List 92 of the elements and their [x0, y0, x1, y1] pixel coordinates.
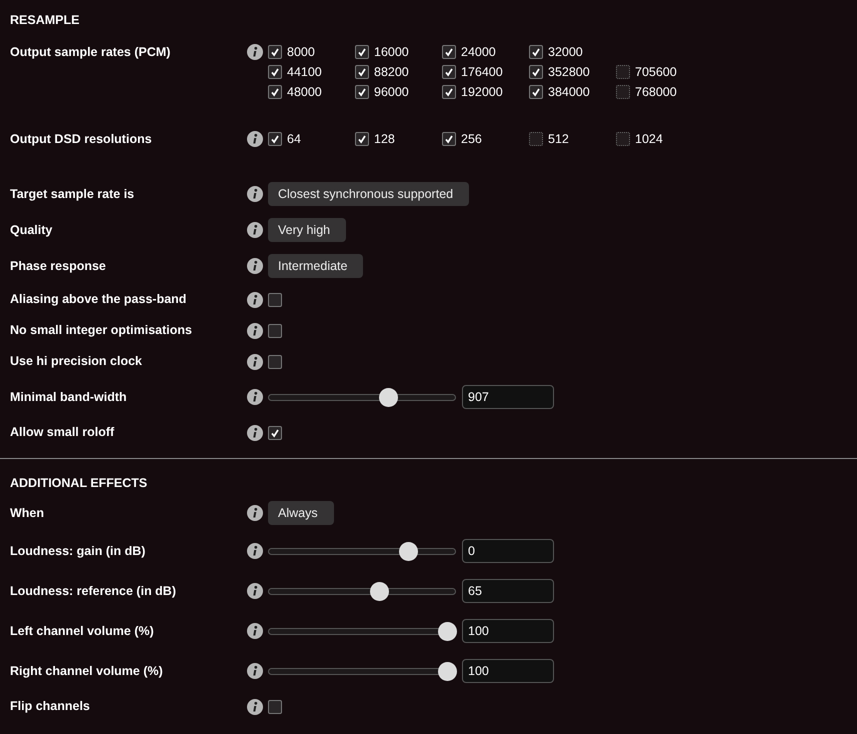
option-label: 705600	[635, 64, 677, 81]
field-label: Use hi precision clock	[9, 353, 143, 370]
option-label: 24000	[461, 44, 496, 61]
option-label: 384000	[548, 84, 590, 101]
option-label: 128	[374, 130, 395, 148]
slider-track[interactable]	[268, 388, 456, 406]
info-icon[interactable]	[247, 543, 263, 559]
checkbox[interactable]	[442, 45, 456, 59]
value-field[interactable]: 100	[462, 659, 554, 683]
field-label: Loudness: reference (in dB)	[9, 582, 177, 600]
slider-thumb[interactable]	[438, 662, 457, 680]
info-icon[interactable]	[247, 186, 263, 202]
slider-track[interactable]	[268, 582, 456, 600]
info-icon[interactable]	[247, 698, 263, 714]
option-label: 192000	[461, 84, 503, 101]
slider-track[interactable]	[268, 662, 456, 680]
slider-thumb[interactable]	[438, 622, 457, 640]
slider-track[interactable]	[268, 542, 456, 560]
slider-track[interactable]	[268, 622, 456, 640]
field-label: Aliasing above the pass-band	[9, 291, 188, 308]
checkbox[interactable]	[442, 65, 456, 79]
field-label: Left channel volume (%)	[9, 622, 155, 640]
field-label: Loudness: gain (in dB)	[9, 542, 146, 560]
info-icon[interactable]	[247, 222, 263, 238]
field-label: Phase response	[9, 258, 107, 275]
dropdown[interactable]: Very high	[268, 218, 346, 242]
checkbox[interactable]	[529, 45, 543, 59]
field-label: Minimal band-width	[9, 388, 128, 406]
checkbox[interactable]	[529, 85, 543, 99]
checkbox[interactable]	[355, 65, 369, 79]
value-field[interactable]: 100	[462, 619, 554, 643]
info-icon[interactable]	[247, 583, 263, 599]
field-label: Target sample rate is	[9, 186, 136, 203]
field-label: Output DSD resolutions	[9, 131, 153, 148]
field-label: Quality	[9, 222, 54, 239]
field-label: Flip channels	[9, 698, 91, 716]
checkbox[interactable]	[268, 85, 282, 99]
slider-thumb[interactable]	[398, 542, 418, 560]
option-label: 32000	[548, 44, 583, 61]
value-field[interactable]: 0	[462, 539, 554, 563]
option-label: 64	[287, 130, 301, 148]
info-icon[interactable]	[247, 663, 263, 679]
checkbox[interactable]	[268, 132, 282, 146]
option-label: 768000	[635, 84, 677, 101]
field-label: No small integer optimisations	[9, 322, 193, 340]
checkbox[interactable]	[268, 45, 282, 59]
info-icon[interactable]	[247, 292, 263, 308]
info-icon[interactable]	[247, 623, 263, 639]
section-title: RESAMPLE	[9, 12, 80, 29]
info-icon[interactable]	[247, 258, 263, 274]
dropdown[interactable]: Always	[268, 501, 334, 525]
checkbox[interactable]	[268, 354, 282, 368]
field-label: When	[9, 504, 46, 522]
info-icon[interactable]	[247, 322, 263, 338]
option-label: 352800	[548, 64, 590, 81]
info-icon[interactable]	[247, 44, 263, 60]
checkbox[interactable]	[268, 324, 282, 338]
checkbox[interactable]	[268, 700, 282, 714]
option-label: 44100	[287, 64, 322, 81]
dropdown[interactable]: Intermediate	[268, 254, 364, 278]
checkbox[interactable]	[355, 132, 369, 146]
value-field[interactable]: 907	[462, 385, 554, 409]
slider-thumb[interactable]	[378, 388, 398, 406]
checkbox[interactable]	[268, 292, 282, 306]
option-label: 48000	[287, 84, 322, 101]
option-label: 8000	[287, 44, 315, 61]
field-label: Output sample rates (PCM)	[9, 44, 172, 61]
section-title: ADDITIONAL EFFECTS	[9, 474, 148, 492]
option-label: 88200	[374, 64, 409, 81]
field-label: Right channel volume (%)	[9, 662, 164, 680]
info-icon[interactable]	[247, 389, 263, 405]
checkbox[interactable]	[268, 426, 282, 440]
option-label: 176400	[461, 64, 503, 81]
checkbox[interactable]	[355, 45, 369, 59]
checkbox[interactable]	[268, 65, 282, 79]
checkbox[interactable]	[442, 132, 456, 146]
checkbox[interactable]	[529, 65, 543, 79]
info-icon[interactable]	[247, 354, 263, 370]
option-label: 512	[548, 130, 569, 148]
slider-thumb[interactable]	[370, 582, 389, 600]
option-label: 16000	[374, 44, 409, 61]
info-icon[interactable]	[247, 505, 263, 521]
dropdown[interactable]: Closest synchronous supported	[268, 182, 470, 206]
info-icon[interactable]	[247, 131, 263, 147]
info-icon[interactable]	[247, 424, 263, 440]
value-field[interactable]: 65	[462, 579, 554, 603]
option-label: 96000	[374, 84, 409, 101]
option-label: 1024	[635, 130, 663, 148]
option-label: 256	[461, 130, 482, 148]
field-label: Allow small roloff	[9, 424, 116, 442]
checkbox[interactable]	[442, 85, 456, 99]
checkbox[interactable]	[355, 85, 369, 99]
